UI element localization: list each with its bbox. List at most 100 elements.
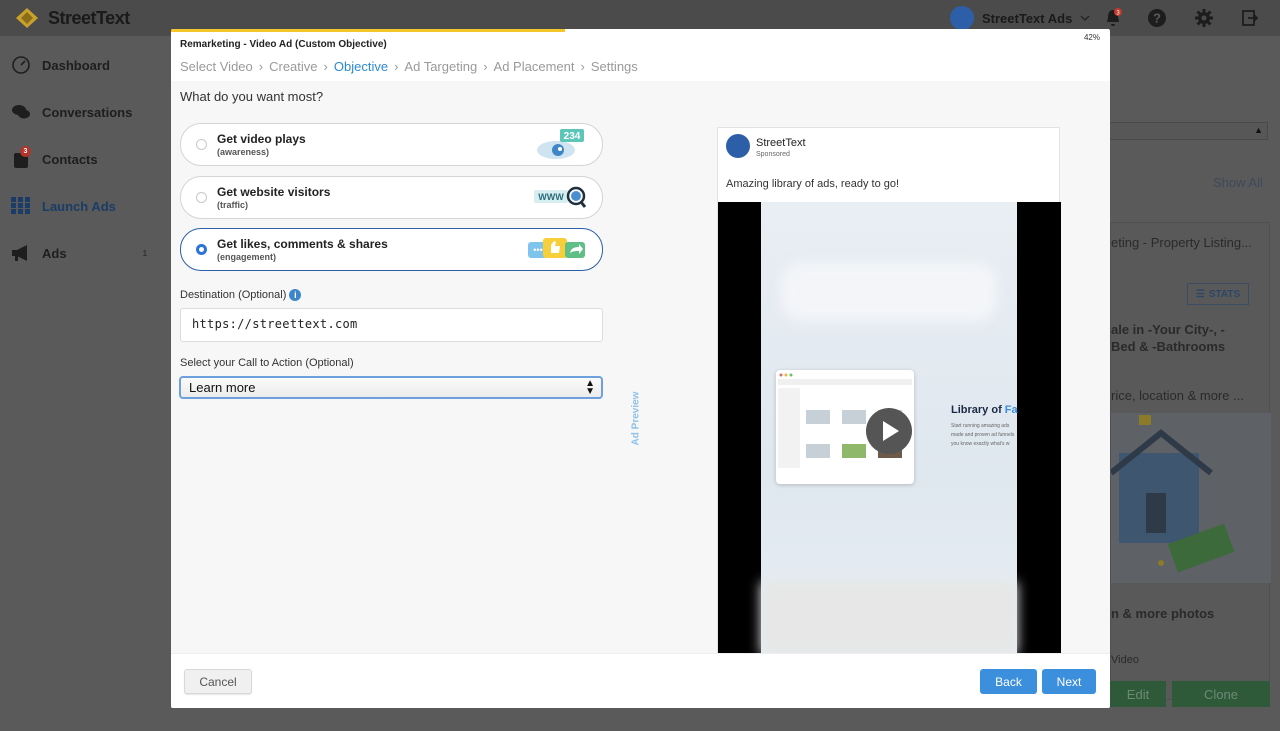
radio-video-plays[interactable]	[196, 139, 207, 150]
radio-engagement[interactable]	[196, 244, 207, 255]
logo-icon	[16, 8, 38, 28]
views-badge: 234	[564, 131, 581, 142]
sidebar-item-dashboard[interactable]: Dashboard	[10, 55, 110, 75]
cta-select[interactable]: Learn more ▲ ▼	[179, 376, 603, 399]
card-line-2: Bed & -Bathrooms	[1111, 339, 1226, 354]
ad-caption: Amazing library of ads, ready to go!	[726, 178, 900, 190]
svg-text:•••: •••	[533, 245, 542, 255]
sidebar-item-ads[interactable]: Ads 1	[10, 243, 147, 263]
modal-footer: Cancel Back Next	[171, 653, 1110, 708]
option-engagement[interactable]: Get likes, comments & shares (engagement…	[180, 228, 603, 271]
sponsored-label: Sponsored	[756, 151, 790, 158]
video-frame: Library of Fa Start running amazing ads …	[761, 202, 1018, 654]
sidebar-item-label: Launch Ads	[42, 198, 116, 214]
progress-percent: 42%	[1083, 33, 1100, 42]
breadcrumb-ad-placement[interactable]: Ad Placement	[494, 59, 575, 74]
modal-content: What do you want most? Get video plays (…	[171, 81, 1110, 654]
video-title: Library of Fa	[951, 404, 1018, 416]
breadcrumb-ad-targeting[interactable]: Ad Targeting	[404, 59, 477, 74]
bell-icon[interactable]: 3	[1103, 8, 1123, 28]
background-panel: ▲ Show All eting - Property Listing... ☰…	[1109, 36, 1280, 731]
sidebar-item-label: Dashboard	[42, 57, 110, 73]
house-illustration	[1109, 413, 1271, 583]
video-title-start: Library of	[951, 404, 1005, 416]
blurred-shape	[761, 582, 1017, 654]
show-all-link[interactable]: Show All	[1213, 175, 1263, 190]
breadcrumb-creative[interactable]: Creative	[269, 59, 317, 74]
sidebar-item-conversations[interactable]: Conversations	[10, 102, 132, 122]
ad-preview-tab-label: Ad Preview	[630, 391, 642, 446]
back-button[interactable]: Back	[980, 669, 1037, 694]
breadcrumb: Select Video › Creative › Objective › Ad…	[180, 59, 638, 74]
sidebar-item-label: Contacts	[42, 151, 98, 167]
blurred-shape	[781, 262, 997, 322]
chevron-right-icon: ›	[394, 59, 399, 74]
video-player[interactable]: Library of Fa Start running amazing ads …	[718, 202, 1061, 654]
stats-button[interactable]: ☰ STATS	[1187, 283, 1249, 305]
stats-icon: ☰	[1195, 288, 1205, 300]
card-photos: n & more photos	[1111, 606, 1215, 621]
account-menu[interactable]: StreetText Ads	[950, 6, 1090, 30]
option-subtitle: (traffic)	[217, 200, 248, 210]
chevron-right-icon: ›	[580, 59, 585, 74]
option-subtitle: (engagement)	[217, 252, 277, 262]
select-arrows-icon: ▲ ▼	[585, 378, 595, 397]
eye-views-icon: 234	[537, 129, 584, 159]
page-name: StreetText	[756, 137, 806, 149]
option-subtitle: (awareness)	[217, 147, 270, 157]
logout-icon[interactable]	[1240, 8, 1260, 28]
page-avatar	[726, 134, 750, 158]
house-image	[1109, 415, 1235, 573]
video-subtitle: Start running amazing ads made and prove…	[951, 423, 1015, 447]
gauge-icon	[10, 55, 32, 75]
card-line-3: rice, location & more ...	[1111, 388, 1244, 403]
sidebar: Dashboard Conversations 3 Contacts Launc…	[0, 36, 170, 731]
clone-button[interactable]: Clone	[1172, 681, 1270, 707]
option-title: Get likes, comments & shares	[217, 237, 388, 251]
option-video-plays[interactable]: Get video plays (awareness) 234	[180, 123, 603, 166]
radio-website-visitors[interactable]	[196, 192, 207, 203]
info-icon[interactable]: i	[289, 289, 302, 302]
sidebar-item-label: Ads	[42, 245, 67, 261]
progress-bar	[171, 29, 565, 32]
next-button[interactable]: Next	[1042, 669, 1096, 694]
card-video: Video	[1111, 654, 1139, 666]
edit-button[interactable]: Edit	[1110, 681, 1166, 707]
logo-text: StreetText	[48, 7, 130, 28]
breadcrumb-select-video[interactable]: Select Video	[180, 59, 253, 74]
option-website-visitors[interactable]: Get website visitors (traffic) WWW	[180, 176, 603, 219]
sidebar-item-contacts[interactable]: 3 Contacts	[10, 146, 98, 169]
svg-text:?: ?	[1153, 11, 1161, 26]
gear-icon[interactable]	[1194, 8, 1214, 28]
chat-bubbles-icon	[10, 102, 32, 122]
cta-label: Select your Call to Action (Optional)	[180, 357, 354, 369]
chevron-right-icon: ›	[483, 59, 488, 74]
account-name: StreetText Ads	[982, 10, 1073, 26]
www-magnifier-icon: WWW	[534, 186, 586, 208]
card-title: eting - Property Listing...	[1111, 235, 1252, 250]
ad-preview-tab[interactable]: Ad Preview	[630, 391, 645, 451]
breadcrumb-settings[interactable]: Settings	[591, 59, 638, 74]
sidebar-item-label: Conversations	[42, 104, 133, 120]
cancel-button[interactable]: Cancel	[184, 669, 252, 694]
chevron-right-icon: ›	[258, 59, 264, 74]
option-title: Get website visitors	[217, 185, 331, 199]
destination-input[interactable]: https://streettext.com	[180, 308, 603, 342]
video-title-accent: Fa	[1004, 404, 1018, 416]
chevron-right-icon: ›	[323, 59, 328, 74]
ads-count: 1	[142, 248, 148, 258]
destination-label: Destination (Optional)	[180, 289, 287, 301]
help-icon[interactable]: ?	[1147, 8, 1167, 28]
play-button-icon[interactable]	[866, 408, 912, 454]
option-title: Get video plays	[217, 132, 306, 146]
breadcrumb-objective[interactable]: Objective	[334, 59, 388, 74]
grid-icon	[10, 196, 32, 216]
stats-label: STATS	[1208, 288, 1241, 300]
sidebar-item-launch-ads[interactable]: Launch Ads	[10, 196, 116, 216]
www-badge: WWW	[538, 192, 564, 202]
objective-modal: 42% Remarketing - Video Ad (Custom Objec…	[171, 29, 1110, 708]
app-logo[interactable]: StreetText	[14, 6, 130, 30]
modal-title: Remarketing - Video Ad (Custom Objective…	[180, 39, 387, 50]
cta-selected-value: Learn more	[189, 380, 256, 395]
destination-label-row: Destination (Optional) i	[180, 289, 302, 302]
